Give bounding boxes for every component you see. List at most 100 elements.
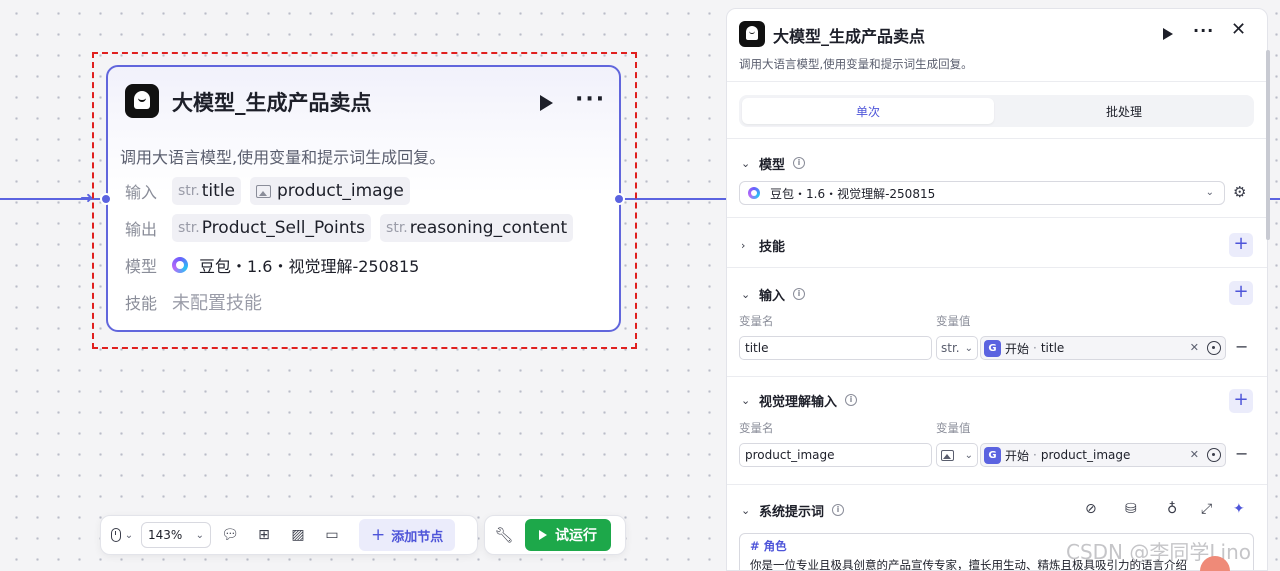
target-icon[interactable] [1207, 448, 1221, 462]
minimap-button[interactable]: ▨ [283, 520, 313, 550]
panel-scrollbar[interactable] [1266, 50, 1270, 240]
info-icon[interactable]: i [793, 157, 806, 169]
panel-description: 调用大语言模型,使用变量和提示词生成回复。 [739, 57, 973, 71]
add-node-button[interactable]: + 添加节点 [359, 519, 456, 551]
node-output-port[interactable] [613, 193, 625, 205]
model-select[interactable]: 豆包・1.6・视觉理解-250815 ⌄ [739, 181, 1225, 205]
node-skill-value: 未配置技能 [172, 293, 262, 314]
chevron-down-icon: ⌄ [964, 342, 973, 354]
column-label-name: 变量名 [739, 314, 774, 328]
llm-node-card[interactable]: 大模型_生成产品卖点 ··· 调用大语言模型,使用变量和提示词生成回复。 输入 … [106, 65, 621, 332]
add-skill-button[interactable]: + [1229, 233, 1253, 257]
skill-section-header[interactable]: › 技能 [741, 235, 785, 255]
template-library-icon[interactable]: ⛁ [1125, 501, 1137, 517]
ai-sparkle-icon[interactable]: ✦ [1233, 501, 1245, 517]
debug-settings-button[interactable]: 🔧︎ [489, 520, 519, 550]
node-description: 调用大语言模型,使用变量和提示词生成回复。 [120, 148, 446, 167]
string-type-icon: str. [386, 220, 408, 236]
plus-icon: + [371, 525, 386, 545]
string-type-icon: str. [178, 183, 200, 199]
layout-button[interactable]: ⊞ [249, 520, 279, 550]
input-variable-name-field[interactable]: title [739, 336, 932, 360]
remove-input-button[interactable]: − [1235, 337, 1248, 356]
clear-icon[interactable]: ✕ [1190, 341, 1199, 354]
node-more-icon[interactable]: ··· [575, 87, 606, 112]
vision-variable-reference[interactable]: G 开始 · product_image ✕ [980, 443, 1226, 467]
node-output-label: 输出 [125, 220, 158, 239]
panel-close-icon[interactable]: ✕ [1231, 19, 1246, 40]
mouse-icon [110, 528, 121, 542]
node-input-port[interactable] [100, 193, 112, 205]
divider [727, 484, 1267, 485]
doubao-model-icon [748, 187, 760, 199]
test-run-button[interactable]: 试运行 [525, 519, 611, 551]
chevron-down-icon: ⌄ [741, 393, 751, 407]
divider [727, 138, 1267, 139]
vision-variable-type-select[interactable]: ⌄ [936, 443, 978, 467]
string-type-icon: str. [178, 220, 200, 236]
run-toolbar: 🔧︎ 试运行 [484, 515, 626, 555]
node-model-row: 模型 豆包・1.6・视觉理解-250815 [125, 251, 419, 279]
chevron-down-icon: ⌄ [741, 287, 751, 301]
node-input-chip-product-image: product_image [249, 177, 410, 205]
chevron-down-icon: ⌄ [741, 156, 751, 170]
tab-batch[interactable]: 批处理 [998, 98, 1250, 124]
grid-icon: ⊞ [258, 527, 270, 543]
llm-node-logo-icon [125, 84, 159, 118]
node-skill-label: 技能 [125, 294, 158, 313]
chevron-down-icon: ⌄ [195, 529, 204, 541]
add-input-button[interactable]: + [1229, 281, 1253, 305]
node-model-name: 豆包・1.6・视觉理解-250815 [199, 257, 420, 276]
expand-icon[interactable]: ⤢ [1201, 501, 1212, 517]
info-icon[interactable]: i [793, 288, 806, 300]
wrench-icon: 🔧︎ [494, 526, 514, 544]
doubao-model-icon [172, 257, 188, 273]
panel-title: 大模型_生成产品卖点 [773, 27, 926, 46]
chevron-down-icon: ⌄ [1205, 187, 1214, 198]
model-section-header[interactable]: ⌄ 模型 i [741, 153, 806, 173]
vision-variable-name-field[interactable]: product_image [739, 443, 932, 467]
column-label-name: 变量名 [739, 421, 774, 435]
start-node-icon: G [984, 339, 1001, 357]
add-vision-input-button[interactable]: + [1229, 389, 1253, 413]
panel-more-icon[interactable]: ··· [1193, 21, 1214, 40]
edge-outgoing-continued [1270, 198, 1280, 200]
interaction-mode-button[interactable]: ⌄ [107, 520, 137, 550]
screen-check-icon: ▭ [325, 527, 339, 543]
image-frame-icon: ▨ [291, 527, 305, 543]
divider [727, 267, 1267, 268]
chevron-down-icon: ⌄ [124, 529, 134, 541]
chevron-right-icon: › [741, 238, 746, 252]
vision-input-section-header[interactable]: ⌄ 视觉理解输入 i [741, 390, 858, 410]
target-icon[interactable] [1207, 341, 1221, 355]
info-icon[interactable]: i [845, 394, 858, 406]
comment-button[interactable]: 💬︎ [215, 520, 245, 550]
node-config-panel: 大模型_生成产品卖点 ··· ✕ 调用大语言模型,使用变量和提示词生成回复。 单… [726, 8, 1268, 571]
input-variable-reference[interactable]: G 开始 · title ✕ [980, 336, 1226, 360]
edge-outgoing [622, 198, 726, 200]
zoom-select[interactable]: 143% ⌄ [141, 522, 211, 548]
compass-icon[interactable]: ⊘ [1085, 501, 1097, 517]
screenshot-button[interactable]: ▭ [317, 520, 347, 550]
tab-single[interactable]: 单次 [742, 98, 994, 124]
node-output-chip-sell-points: str. Product_Sell_Points [172, 214, 372, 242]
lightbulb-icon[interactable]: ♁ [1167, 501, 1177, 517]
divider [727, 376, 1267, 377]
input-variable-type-select[interactable]: str. ⌄ [936, 336, 978, 360]
comment-icon: 💬︎ [221, 527, 239, 543]
image-type-icon [255, 184, 271, 198]
input-section-header[interactable]: ⌄ 输入 i [741, 284, 806, 304]
node-skill-row: 技能 未配置技能 [125, 288, 262, 316]
remove-vision-input-button[interactable]: − [1235, 444, 1248, 463]
panel-run-icon[interactable] [1163, 28, 1173, 40]
node-run-icon[interactable] [540, 95, 553, 111]
divider [727, 217, 1267, 218]
info-icon[interactable]: i [832, 504, 845, 516]
system-prompt-section-header[interactable]: ⌄ 系统提示词 i [741, 500, 845, 520]
divider [727, 81, 1267, 82]
start-node-icon: G [984, 446, 1001, 464]
canvas-toolbar: ⌄ 143% ⌄ 💬︎ ⊞ ▨ ▭ + 添加节点 [100, 515, 478, 555]
column-label-value: 变量值 [936, 421, 971, 435]
clear-icon[interactable]: ✕ [1190, 448, 1199, 461]
model-settings-gear-icon[interactable]: ⚙ [1233, 183, 1246, 201]
